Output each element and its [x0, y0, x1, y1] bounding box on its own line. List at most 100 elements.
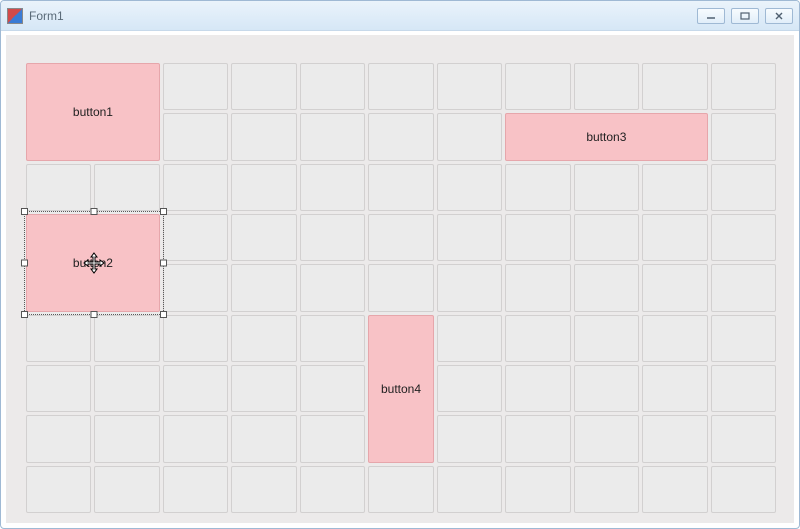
grid-cell[interactable] — [505, 164, 570, 211]
grid-cell[interactable] — [574, 164, 639, 211]
grid-cell[interactable] — [711, 264, 776, 311]
grid-cell[interactable] — [94, 466, 159, 513]
grid-cell[interactable] — [163, 63, 228, 110]
grid-cell[interactable] — [711, 214, 776, 261]
grid-cell[interactable] — [574, 63, 639, 110]
grid-cell[interactable] — [300, 365, 365, 412]
grid-cell[interactable] — [163, 214, 228, 261]
grid-cell[interactable] — [300, 63, 365, 110]
b4-button[interactable]: button4 — [368, 315, 433, 463]
maximize-button[interactable] — [731, 8, 759, 24]
grid-cell[interactable] — [163, 264, 228, 311]
grid-cell[interactable] — [231, 466, 296, 513]
grid-cell[interactable] — [574, 365, 639, 412]
grid-cell[interactable] — [437, 365, 502, 412]
grid-cell[interactable] — [368, 164, 433, 211]
grid-cell[interactable] — [368, 214, 433, 261]
grid-cell[interactable] — [437, 164, 502, 211]
grid-cell[interactable] — [642, 264, 707, 311]
grid-cell[interactable] — [505, 63, 570, 110]
grid-cell[interactable] — [26, 315, 91, 362]
maximize-icon — [740, 12, 750, 20]
grid-cell[interactable] — [642, 315, 707, 362]
grid-cell[interactable] — [642, 63, 707, 110]
grid-cell[interactable] — [574, 466, 639, 513]
grid-cell[interactable] — [711, 63, 776, 110]
minimize-button[interactable] — [697, 8, 725, 24]
grid-cell[interactable] — [642, 164, 707, 211]
grid-cell[interactable] — [163, 365, 228, 412]
grid-cell[interactable] — [26, 466, 91, 513]
grid-cell[interactable] — [711, 365, 776, 412]
grid-cell[interactable] — [505, 264, 570, 311]
b1-button[interactable]: button1 — [26, 63, 160, 161]
grid-cell[interactable] — [505, 365, 570, 412]
grid-cell[interactable] — [94, 315, 159, 362]
grid-cell[interactable] — [231, 63, 296, 110]
grid-cell[interactable] — [437, 415, 502, 462]
grid-cell[interactable] — [231, 315, 296, 362]
b3-button[interactable]: button3 — [505, 113, 707, 160]
grid-cell[interactable] — [711, 466, 776, 513]
close-button[interactable] — [765, 8, 793, 24]
grid-cell[interactable] — [574, 214, 639, 261]
grid-cell[interactable] — [437, 63, 502, 110]
grid-cell[interactable] — [574, 415, 639, 462]
grid-cell[interactable] — [574, 315, 639, 362]
grid-cell[interactable] — [163, 315, 228, 362]
grid-cell[interactable] — [642, 365, 707, 412]
grid-cell[interactable] — [231, 113, 296, 160]
grid-cell[interactable] — [642, 214, 707, 261]
grid-cell[interactable] — [711, 113, 776, 160]
grid-cell[interactable] — [574, 264, 639, 311]
grid-cell[interactable] — [711, 164, 776, 211]
grid-cell[interactable] — [26, 415, 91, 462]
grid-cell[interactable] — [642, 466, 707, 513]
grid-cell[interactable] — [300, 264, 365, 311]
grid-cell[interactable] — [94, 164, 159, 211]
grid-cell[interactable] — [505, 415, 570, 462]
grid-cell[interactable] — [300, 315, 365, 362]
grid-cell[interactable] — [163, 415, 228, 462]
grid-cell[interactable] — [231, 264, 296, 311]
client-area: button1 button2 button3 button4 — [5, 35, 795, 524]
b2-button[interactable]: button2 — [26, 214, 160, 312]
grid-cell[interactable] — [642, 415, 707, 462]
grid-cell[interactable] — [231, 214, 296, 261]
grid-cell[interactable] — [437, 466, 502, 513]
grid-cell[interactable] — [368, 264, 433, 311]
tablelayoutpanel[interactable]: button1 button2 button3 button4 — [26, 63, 776, 513]
grid-cell[interactable] — [231, 415, 296, 462]
grid-cell[interactable] — [231, 164, 296, 211]
grid-cell[interactable] — [26, 164, 91, 211]
grid-cell[interactable] — [300, 214, 365, 261]
grid-cell[interactable] — [163, 466, 228, 513]
grid-cell[interactable] — [300, 415, 365, 462]
grid-cell[interactable] — [437, 315, 502, 362]
minimize-icon — [706, 12, 716, 20]
grid-cell[interactable] — [368, 113, 433, 160]
grid-cell[interactable] — [368, 63, 433, 110]
grid-cell[interactable] — [711, 315, 776, 362]
grid-cell[interactable] — [437, 214, 502, 261]
grid-cell[interactable] — [505, 466, 570, 513]
grid-cell[interactable] — [231, 365, 296, 412]
close-icon — [774, 12, 784, 20]
window-title: Form1 — [29, 9, 697, 23]
grid-cell[interactable] — [368, 466, 433, 513]
grid-cell[interactable] — [26, 365, 91, 412]
grid-cell[interactable] — [94, 415, 159, 462]
grid-cell[interactable] — [300, 113, 365, 160]
grid-cell[interactable] — [505, 214, 570, 261]
titlebar[interactable]: Form1 — [1, 1, 799, 31]
grid-cell[interactable] — [711, 415, 776, 462]
grid-cell[interactable] — [94, 365, 159, 412]
grid-cell[interactable] — [437, 264, 502, 311]
grid-cell[interactable] — [437, 113, 502, 160]
grid-cell[interactable] — [163, 164, 228, 211]
form-window: Form1 button1 button2 button3 button4 — [0, 0, 800, 529]
grid-cell[interactable] — [300, 164, 365, 211]
grid-cell[interactable] — [163, 113, 228, 160]
grid-cell[interactable] — [505, 315, 570, 362]
grid-cell[interactable] — [300, 466, 365, 513]
